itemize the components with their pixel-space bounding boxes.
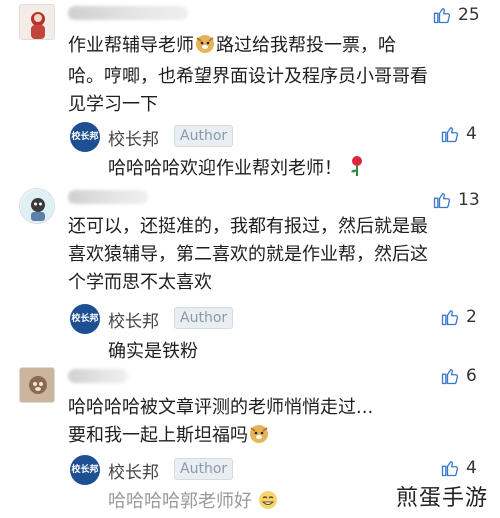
- username-blurred: [68, 6, 188, 20]
- user-avatar[interactable]: [19, 367, 55, 403]
- username-blurred: [68, 369, 128, 383]
- like-button[interactable]: 25: [432, 5, 480, 25]
- like-button[interactable]: 6: [440, 366, 477, 386]
- author-avatar[interactable]: 校长邦: [70, 304, 100, 334]
- watermark: 煎蛋手游: [391, 478, 492, 514]
- like-count: 6: [466, 366, 477, 386]
- thumbs-up-icon: [440, 366, 460, 386]
- thumbs-up-icon: [440, 458, 460, 478]
- reply-text: 确实是铁粉: [108, 341, 198, 362]
- like-button[interactable]: 13: [432, 190, 480, 210]
- like-count: 13: [458, 190, 480, 210]
- reply-text: 哈哈哈哈郭老师好: [108, 487, 278, 515]
- reply-author-name[interactable]: 校长邦: [108, 307, 159, 332]
- reply-author-name[interactable]: 校长邦: [108, 125, 159, 150]
- author-avatar[interactable]: 校长邦: [70, 122, 100, 152]
- comment-text: 还可以，还挺准的，我都有报过，然后就是最 喜欢猿辅导，第二喜欢的就是作业帮，然后…: [68, 216, 428, 293]
- reply-like-button[interactable]: 4: [440, 124, 477, 144]
- rose-emoji-icon: [348, 155, 366, 182]
- reply-like-button[interactable]: 4: [440, 458, 477, 478]
- comment-text: 作业帮辅导老师 路过给我帮投一票，哈 哈。哼唧，也希望界面设计及程序员小哥哥看 见…: [68, 32, 478, 119]
- thumbs-up-icon: [432, 5, 452, 25]
- reply-author-name[interactable]: 校长邦: [108, 458, 159, 483]
- doge-emoji-icon: [194, 32, 216, 63]
- author-avatar[interactable]: 校长邦: [70, 455, 100, 485]
- author-badge: Author: [174, 307, 234, 329]
- thumbs-up-icon: [432, 190, 452, 210]
- thumbs-up-icon: [440, 307, 460, 327]
- user-avatar[interactable]: [19, 4, 55, 40]
- like-count: 25: [458, 5, 480, 25]
- author-badge: Author: [174, 458, 234, 480]
- like-count: 4: [466, 458, 477, 478]
- reply-text: 哈哈哈哈欢迎作业帮刘老师！: [108, 154, 366, 182]
- like-count: 2: [466, 307, 477, 327]
- like-count: 4: [466, 124, 477, 144]
- thumbs-up-icon: [440, 124, 460, 144]
- username-blurred: [68, 190, 148, 204]
- grin-emoji-icon: [258, 490, 278, 515]
- comment-text: 哈哈哈哈被文章评测的老师悄悄走过... 要和我一起上斯坦福吗: [68, 394, 488, 453]
- author-badge: Author: [174, 125, 234, 147]
- reply-like-button[interactable]: 2: [440, 307, 477, 327]
- doge-emoji-icon: [248, 422, 270, 453]
- user-avatar[interactable]: [19, 188, 55, 224]
